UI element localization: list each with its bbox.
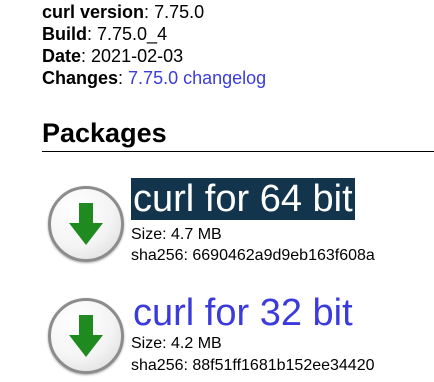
- date-value: 2021-02-03: [91, 46, 184, 66]
- date-row: Date: 2021-02-03: [42, 46, 184, 66]
- changelog-link[interactable]: 7.75.0 changelog: [128, 68, 266, 88]
- heading-divider: [42, 151, 434, 152]
- changes-label: Changes: [42, 68, 119, 88]
- download-link-64bit[interactable]: curl for 64 bit: [131, 178, 355, 220]
- package-size: Size: 4.2 MB: [131, 335, 222, 352]
- package-sha256: sha256: 88f51ff1681b152ee34420: [131, 357, 375, 374]
- package-32bit: curl for 32 bit Size: 4.2 MB sha256: 88f…: [0, 290, 434, 382]
- download-link-32bit[interactable]: curl for 32 bit: [131, 292, 355, 334]
- changes-row: Changes: 7.75.0 changelog: [42, 68, 267, 88]
- packages-heading: Packages: [42, 118, 167, 148]
- version-value: 7.75.0: [154, 2, 205, 22]
- build-value: 7.75.0_4: [97, 24, 168, 44]
- build-label: Build: [42, 24, 87, 44]
- version-info: curl version: 7.75.0 Build: 7.75.0_4 Dat…: [42, 1, 266, 89]
- build-row: Build: 7.75.0_4: [42, 24, 168, 44]
- download-arrow-icon[interactable]: [48, 186, 124, 262]
- version-row: curl version: 7.75.0: [42, 2, 205, 22]
- package-sha256: sha256: 6690462a9d9eb163f608a: [131, 247, 375, 264]
- download-arrow-icon[interactable]: [48, 298, 124, 374]
- package-size: Size: 4.7 MB: [131, 226, 222, 243]
- version-label: curl version: [42, 2, 145, 22]
- date-label: Date: [42, 46, 82, 66]
- package-64bit: curl for 64 bit Size: 4.7 MB sha256: 669…: [0, 178, 434, 270]
